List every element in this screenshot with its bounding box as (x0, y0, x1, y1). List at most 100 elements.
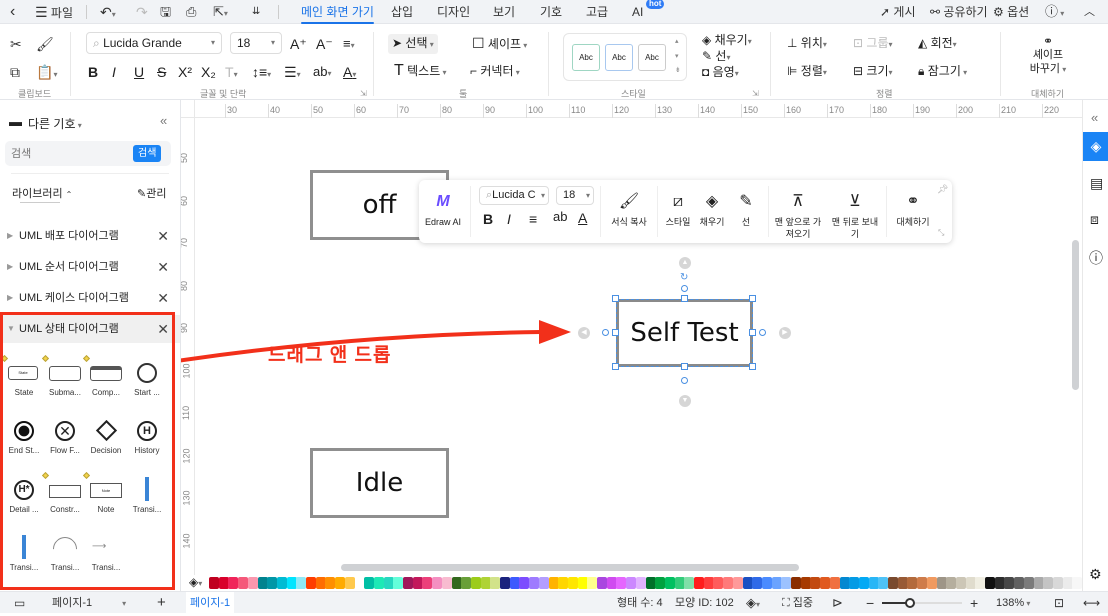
color-swatch[interactable] (800, 577, 811, 589)
color-swatch[interactable] (926, 577, 937, 589)
send-to-back-button[interactable]: ⊻ 맨 뒤로 보내기 (828, 192, 882, 240)
color-swatch[interactable] (839, 577, 850, 589)
select-tool-button[interactable]: ➤ 선택 ▾ (388, 34, 438, 54)
search-button[interactable]: 검색 (133, 145, 162, 162)
color-swatch[interactable] (742, 577, 753, 589)
color-swatch[interactable] (849, 577, 860, 589)
align-icon[interactable]: ≡▾ (343, 36, 355, 54)
tab-view[interactable]: 보기 (493, 0, 515, 24)
font-color-icon[interactable]: A (578, 210, 587, 226)
scroll-up-icon[interactable]: ▴ (675, 37, 679, 45)
color-swatch[interactable] (752, 577, 763, 589)
play-icon[interactable]: ⊳ (832, 592, 843, 614)
color-swatch[interactable] (975, 577, 986, 589)
italic-icon[interactable]: I (112, 64, 116, 80)
font-family-select[interactable]: ⌕Lucida C ▾ (479, 186, 549, 205)
text-case-icon[interactable]: ab (553, 209, 567, 224)
copy-icon[interactable]: ⧉ (10, 64, 20, 80)
color-swatch[interactable] (791, 577, 801, 589)
color-swatch[interactable] (626, 577, 637, 589)
color-swatch[interactable] (955, 577, 966, 589)
color-swatch[interactable] (645, 577, 656, 589)
close-icon[interactable]: ✕ (157, 253, 169, 281)
color-swatch[interactable] (703, 577, 714, 589)
color-swatch[interactable] (441, 577, 452, 589)
style-button[interactable]: ⧄ 스타일 (661, 192, 695, 228)
color-swatch[interactable] (538, 577, 549, 589)
color-swatch[interactable] (810, 577, 821, 589)
color-swatch[interactable] (422, 577, 433, 589)
color-swatch[interactable] (276, 577, 287, 589)
increase-font-icon[interactable]: A⁺ (290, 36, 307, 52)
line-spacing-icon[interactable]: ↕≡▾ (252, 64, 271, 83)
replace-shape-button[interactable]: ⚭ 셰이프 바꾸기 ▾ (1020, 34, 1076, 77)
color-swatch[interactable] (888, 577, 898, 589)
pin-icon[interactable]: 📌︎ (937, 184, 948, 195)
shadow-button[interactable]: ◘ 음영▾ (702, 64, 739, 82)
cut-icon[interactable]: ✂ (10, 36, 22, 52)
bold-icon[interactable]: B (483, 211, 493, 227)
page-selector[interactable]: 페이지-1 ▾ (52, 592, 126, 615)
tab-ai[interactable]: AI hot (632, 0, 665, 24)
align-icon[interactable]: ≡ (529, 211, 537, 227)
color-swatch[interactable] (994, 577, 1005, 589)
underline-icon[interactable]: U (134, 64, 144, 80)
document-icon[interactable]: ▤ (1090, 175, 1103, 192)
scroll-down-icon[interactable]: ▾ (675, 52, 679, 60)
color-swatch[interactable] (364, 577, 375, 589)
color-swatch[interactable] (820, 577, 831, 589)
horizontal-scrollbar[interactable] (341, 564, 799, 571)
page-tab-active[interactable]: 페이지-1 (186, 592, 235, 614)
color-swatch[interactable] (781, 577, 792, 589)
edraw-ai-button[interactable]: M Edraw AI (423, 192, 463, 228)
color-swatch[interactable] (587, 577, 598, 589)
color-swatch[interactable] (412, 577, 423, 589)
paste-icon[interactable]: 📋▾ (36, 64, 57, 83)
color-swatch[interactable] (470, 577, 481, 589)
color-swatch[interactable] (1014, 577, 1025, 589)
color-swatch[interactable] (403, 577, 413, 589)
decrease-font-icon[interactable]: A⁻ (316, 36, 333, 52)
color-swatch[interactable] (713, 577, 724, 589)
zoom-slider[interactable] (882, 598, 962, 608)
tab-advanced[interactable]: 고급 (586, 0, 608, 24)
color-swatch[interactable] (1043, 577, 1054, 589)
color-swatch[interactable] (558, 577, 569, 589)
redo-icon[interactable]: ↷ (136, 0, 148, 24)
format-painter-icon[interactable]: 🖌 (36, 36, 54, 52)
color-swatch[interactable] (1023, 577, 1034, 589)
group-button[interactable]: ⊡ 그룹▾ (853, 35, 893, 53)
format-panel-icon[interactable]: ◈ (1083, 132, 1108, 161)
fit-page-icon[interactable]: ⊡ (1054, 592, 1064, 614)
color-swatch[interactable] (655, 577, 666, 589)
undo-icon[interactable]: ↶▾ (100, 0, 116, 24)
color-swatch[interactable] (257, 577, 268, 589)
tab-design[interactable]: 디자인 (437, 0, 470, 24)
color-swatch[interactable] (529, 577, 540, 589)
canvas[interactable]: 30 40 50 60 70 80 90 100 110 120 130 140 150 160 170 18… (181, 100, 1082, 575)
presentation-icon[interactable]: ⧈ (1090, 211, 1099, 228)
color-swatch[interactable] (1033, 577, 1044, 589)
font-size-select[interactable]: 18 ▾ (556, 186, 594, 205)
style-sample[interactable]: Abc (638, 44, 666, 71)
color-swatch[interactable] (616, 577, 627, 589)
collapse-sidebar-icon[interactable]: « (160, 113, 167, 128)
color-swatch[interactable] (771, 577, 782, 589)
zoom-in-button[interactable]: + (970, 592, 978, 614)
superscript-icon[interactable]: X² (178, 64, 192, 80)
color-swatch[interactable] (480, 577, 491, 589)
symbol-category-dropdown[interactable]: 다른 기호 ▾ (28, 115, 82, 132)
help-icon[interactable]: ⓘ (1089, 248, 1103, 268)
color-swatch[interactable] (1004, 577, 1015, 589)
color-swatch[interactable] (897, 577, 908, 589)
color-swatch[interactable] (606, 577, 617, 589)
publish-button[interactable]: ➚ 게시 (880, 0, 916, 24)
font-color-icon[interactable]: A▾ (343, 64, 356, 83)
color-swatch[interactable] (490, 577, 501, 589)
zoom-slider-knob[interactable] (905, 598, 915, 608)
style-sample[interactable]: Abc (605, 44, 633, 71)
style-sample[interactable]: Abc (572, 44, 600, 71)
color-swatch[interactable] (858, 577, 869, 589)
color-swatch[interactable] (383, 577, 394, 589)
bring-to-front-button[interactable]: ⊼ 맨 앞으로 가져오기 (771, 192, 825, 240)
